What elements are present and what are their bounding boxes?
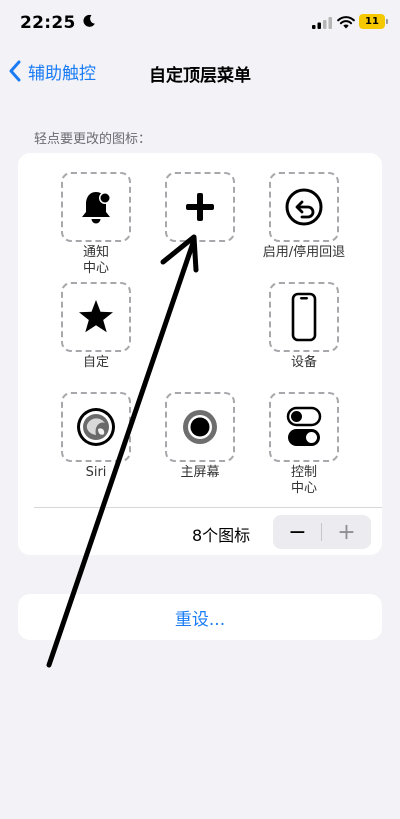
slot-siri[interactable] [61, 392, 131, 462]
wifi-icon [337, 16, 355, 29]
battery-indicator: 11 [359, 14, 388, 29]
home-button-icon [183, 410, 217, 444]
slot-label-device: 设备 [290, 355, 317, 370]
navigation-bar: 辅助触控 自定顶层菜单 [0, 52, 400, 92]
slot-label-undo-toggle: 启用/停用回退 [262, 245, 346, 260]
star-icon [79, 300, 113, 333]
slot-label-notification-center: 通知 中心 [82, 245, 109, 276]
toggle-icon [286, 406, 322, 446]
cellular-signal-icon [312, 17, 332, 29]
slot-label-home: 主屏幕 [180, 465, 220, 480]
iphone-icon [291, 292, 317, 342]
slot-notification-center[interactable] [61, 172, 131, 242]
moon-icon [83, 14, 95, 27]
icon-count-label: 8个图标 [192, 526, 251, 545]
top-level-menu-card: 通知 中心 启用/停用回退 自定 设备 Siri 主屏幕 控制 中心 8个图标 … [18, 153, 382, 555]
add-icon [186, 193, 214, 221]
divider [34, 507, 382, 508]
reset-label: 重设... [174, 609, 226, 630]
slot-control-center[interactable] [269, 392, 339, 462]
status-time: 22:25 [20, 13, 76, 33]
status-bar: 22:25 11 [0, 0, 400, 48]
slot-device[interactable] [269, 282, 339, 352]
slot-label-control-center: 控制 中心 [290, 465, 317, 496]
slot-custom[interactable] [61, 282, 131, 352]
icon-count-stepper[interactable]: − + [273, 515, 371, 549]
slot-undo-toggle[interactable] [269, 172, 339, 242]
undo-icon [285, 188, 323, 226]
slot-label-custom: 自定 [82, 355, 109, 370]
reset-button[interactable]: 重设... [18, 594, 382, 640]
increase-button[interactable]: + [322, 515, 371, 549]
section-hint: 轻点要更改的图标： [34, 132, 152, 147]
slot-empty-add[interactable] [165, 172, 235, 242]
slot-label-siri: Siri [85, 465, 107, 480]
siri-icon [77, 408, 115, 446]
page-title: 自定顶层菜单 [149, 66, 251, 86]
decrease-button[interactable]: − [273, 515, 322, 549]
slot-home[interactable] [165, 392, 235, 462]
battery-level: 11 [365, 16, 379, 27]
bell-icon [82, 192, 111, 224]
